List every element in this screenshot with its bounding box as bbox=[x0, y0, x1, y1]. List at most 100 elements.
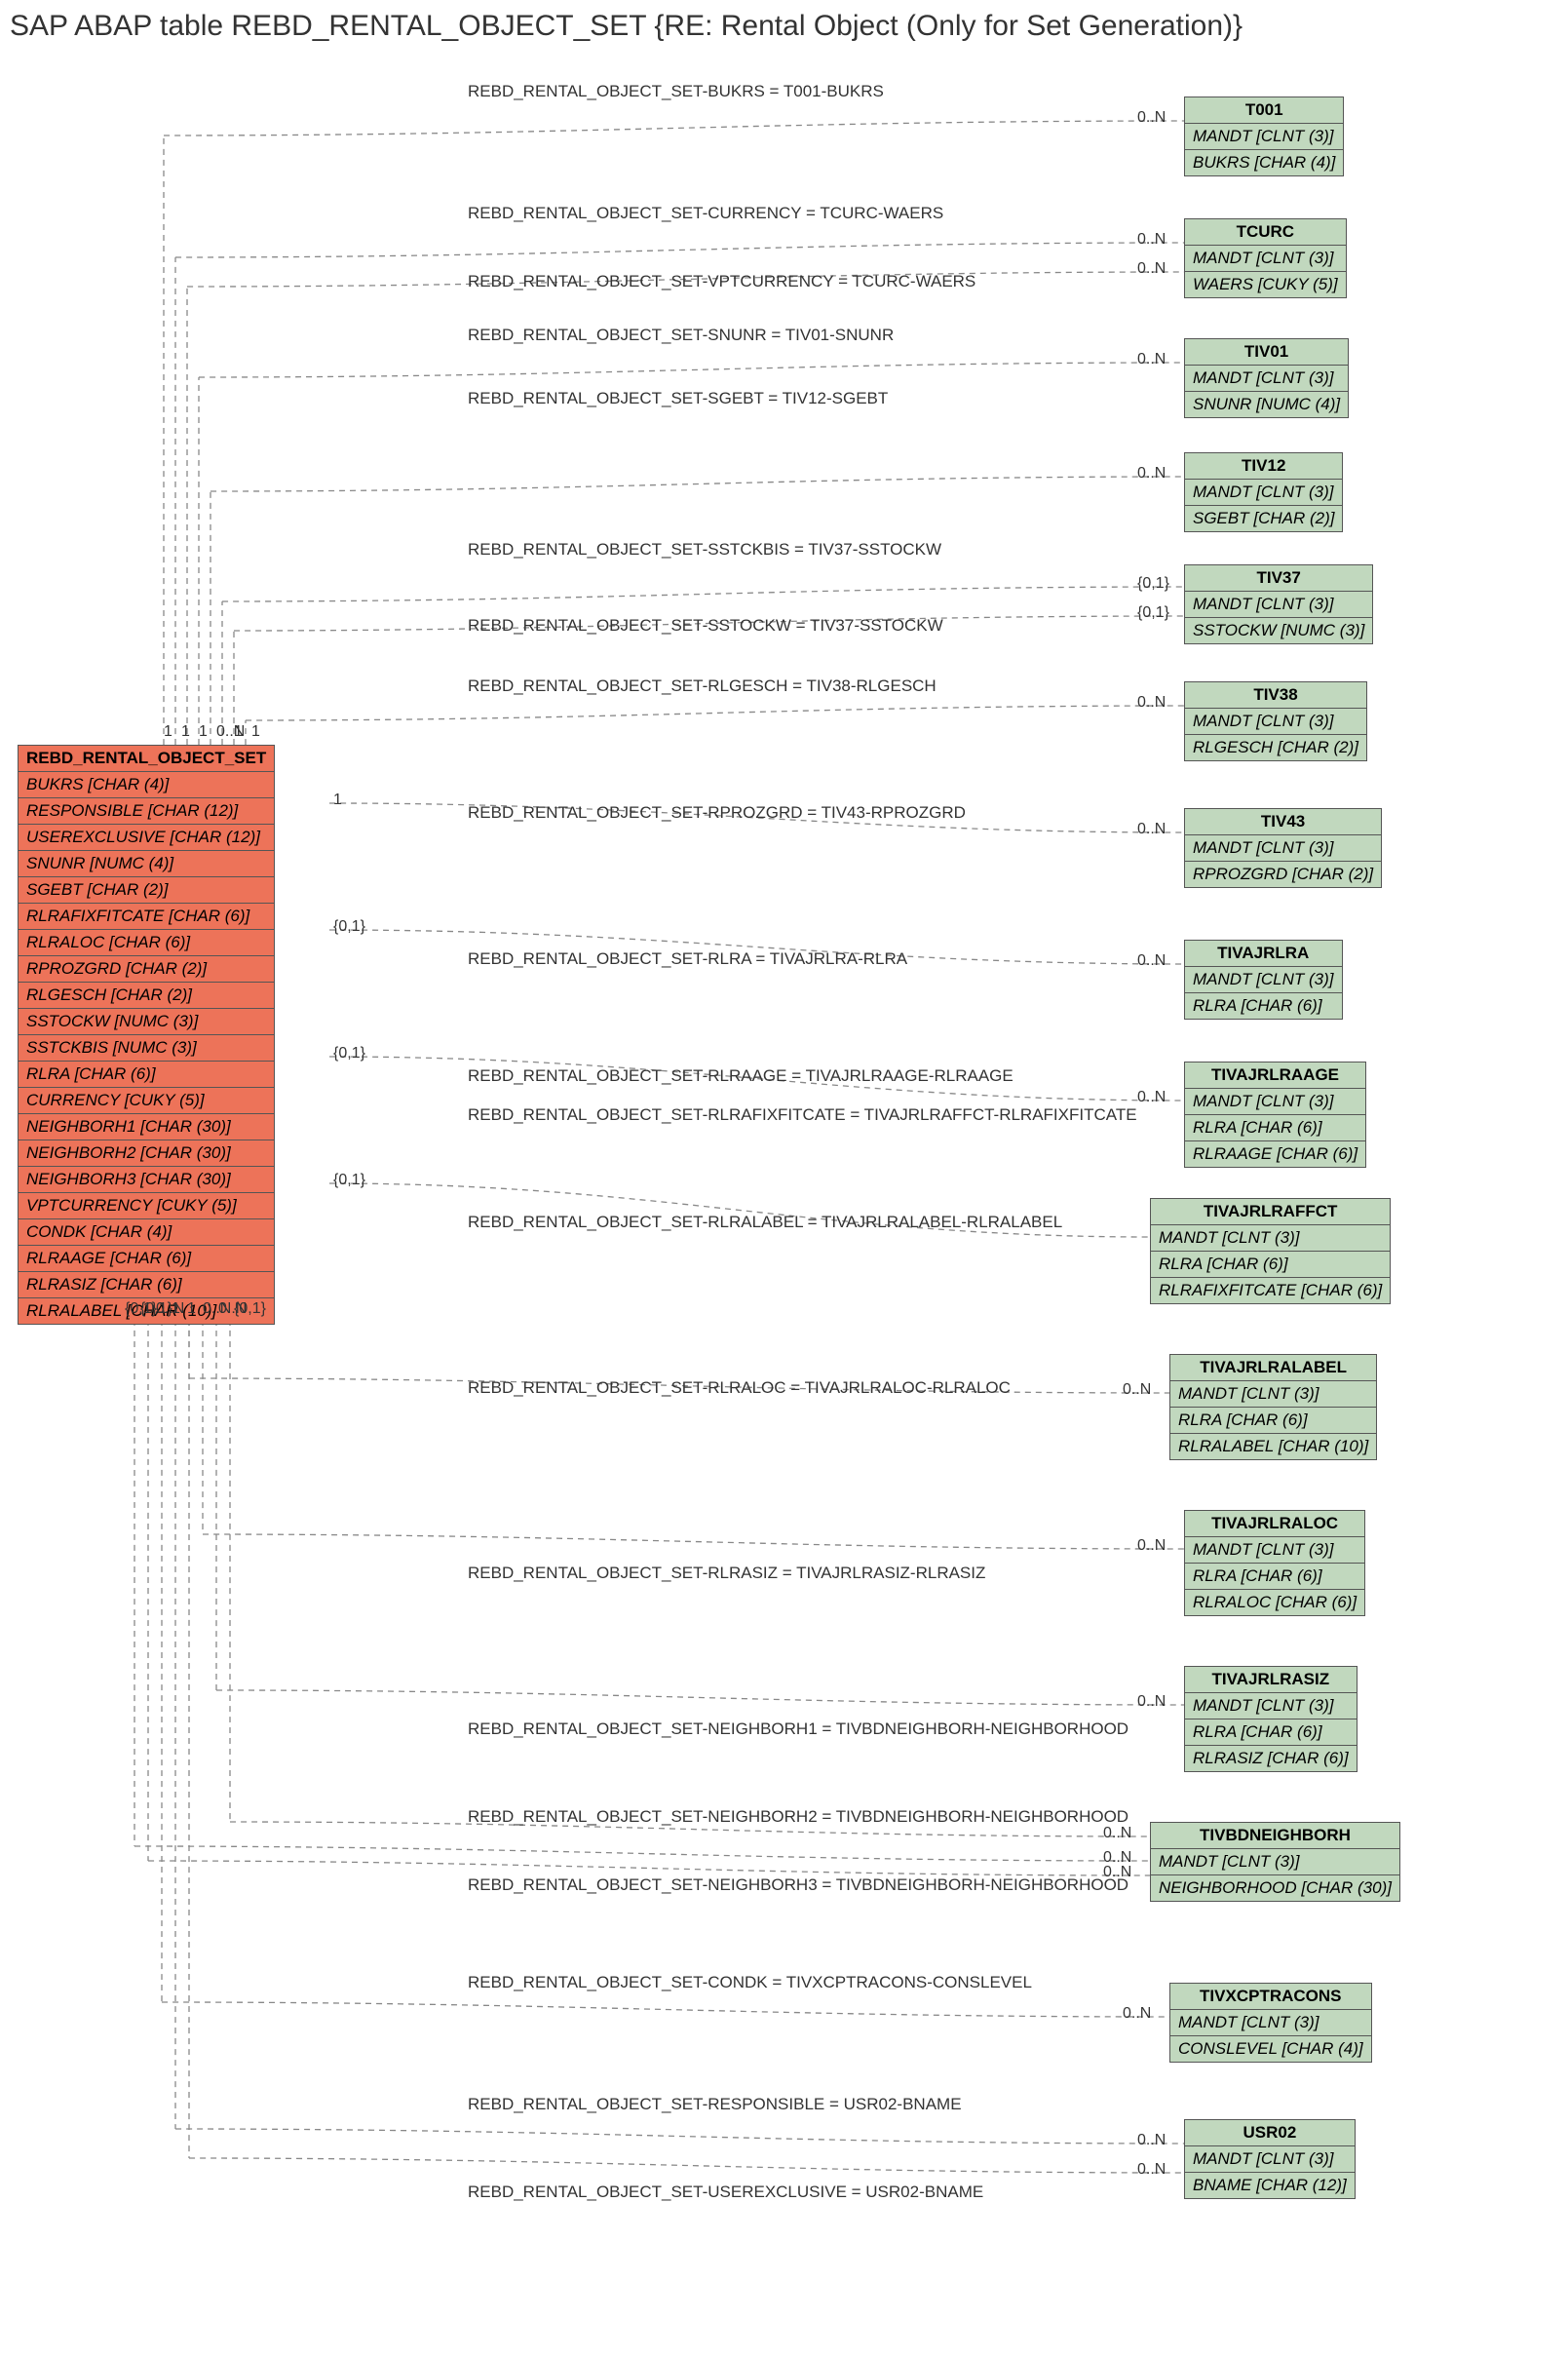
cardinality-label: 0..N bbox=[1137, 2132, 1166, 2149]
entity-field: USEREXCLUSIVE [CHAR (12)] bbox=[19, 825, 275, 851]
relation-label: REBD_RENTAL_OBJECT_SET-NEIGHBORH2 = TIVB… bbox=[468, 1807, 1128, 1827]
entity-field: BUKRS [CHAR (4)] bbox=[1185, 150, 1344, 176]
entity-field: RLRA [CHAR (6)] bbox=[1185, 1719, 1358, 1746]
entity-header: USR02 bbox=[1185, 2120, 1356, 2146]
entity-field: RLGESCH [CHAR (2)] bbox=[1185, 735, 1367, 761]
entity-tiv01: TIV01MANDT [CLNT (3)]SNUNR [NUMC (4)] bbox=[1184, 338, 1349, 418]
entity-tiv43: TIV43MANDT [CLNT (3)]RPROZGRD [CHAR (2)] bbox=[1184, 808, 1382, 888]
cardinality-label: {0,1} bbox=[333, 1172, 365, 1189]
entity-field: SNUNR [NUMC (4)] bbox=[19, 851, 275, 877]
entity-field: RPROZGRD [CHAR (2)] bbox=[1185, 862, 1382, 888]
cardinality-label: 1 bbox=[187, 1300, 196, 1318]
entity-header: TIV43 bbox=[1185, 809, 1382, 835]
entity-header: T001 bbox=[1185, 97, 1344, 124]
entity-field: CURRENCY [CUKY (5)] bbox=[19, 1088, 275, 1114]
cardinality-label: {0,1} bbox=[1137, 575, 1169, 593]
entity-field: MANDT [CLNT (3)] bbox=[1185, 124, 1344, 150]
diagram-area: REBD_RENTAL_OBJECT_SETBUKRS [CHAR (4)]RE… bbox=[10, 53, 1558, 2334]
entity-field: RLGESCH [CHAR (2)] bbox=[19, 983, 275, 1009]
cardinality-label: 0..N bbox=[1137, 231, 1166, 249]
cardinality-label: 0..N bbox=[1137, 821, 1166, 838]
entity-field: MANDT [CLNT (3)] bbox=[1151, 1225, 1391, 1252]
cardinality-label: 0..N bbox=[1103, 1825, 1131, 1842]
entity-field: MANDT [CLNT (3)] bbox=[1185, 592, 1373, 618]
entity-tivajrlraloc: TIVAJRLRALOCMANDT [CLNT (3)]RLRA [CHAR (… bbox=[1184, 1510, 1365, 1616]
entity-field: RLRA [CHAR (6)] bbox=[1151, 1252, 1391, 1278]
relation-label: REBD_RENTAL_OBJECT_SET-RLRAAGE = TIVAJRL… bbox=[468, 1066, 1013, 1086]
cardinality-label: 1 bbox=[181, 723, 190, 741]
entity-field: RLRA [CHAR (6)] bbox=[19, 1062, 275, 1088]
entity-field: RLRA [CHAR (6)] bbox=[1185, 993, 1343, 1020]
entity-field: SGEBT [CHAR (2)] bbox=[19, 877, 275, 904]
page-title: SAP ABAP table REBD_RENTAL_OBJECT_SET {R… bbox=[10, 10, 1558, 43]
cardinality-label: 0..N bbox=[1123, 2005, 1151, 2023]
relation-label: REBD_RENTAL_OBJECT_SET-RLRASIZ = TIVAJRL… bbox=[468, 1564, 985, 1583]
entity-field: MANDT [CLNT (3)] bbox=[1185, 1693, 1358, 1719]
entity-field: MANDT [CLNT (3)] bbox=[1185, 2146, 1356, 2173]
entity-field: MANDT [CLNT (3)] bbox=[1185, 709, 1367, 735]
cardinality-label: 0..N bbox=[1137, 694, 1166, 712]
entity-field: RLRA [CHAR (6)] bbox=[1185, 1115, 1366, 1141]
relation-label: REBD_RENTAL_OBJECT_SET-RLGESCH = TIV38-R… bbox=[468, 676, 937, 696]
entity-field: NEIGHBORH3 [CHAR (30)] bbox=[19, 1167, 275, 1193]
cardinality-label: 0..N bbox=[1103, 1864, 1131, 1881]
cardinality-label: 0..N bbox=[1137, 952, 1166, 970]
entity-field: MANDT [CLNT (3)] bbox=[1185, 1089, 1366, 1115]
cardinality-label: 0..N bbox=[1137, 465, 1166, 483]
entity-tivbdneighborh: TIVBDNEIGHBORHMANDT [CLNT (3)]NEIGHBORHO… bbox=[1150, 1822, 1400, 1902]
entity-tcurc: TCURCMANDT [CLNT (3)]WAERS [CUKY (5)] bbox=[1184, 218, 1347, 298]
entity-field: SSTOCKW [NUMC (3)] bbox=[1185, 618, 1373, 644]
entity-header: TCURC bbox=[1185, 219, 1347, 246]
entity-field: RLRAFIXFITCATE [CHAR (6)] bbox=[19, 904, 275, 930]
entity-field: MANDT [CLNT (3)] bbox=[1151, 1849, 1400, 1875]
cardinality-label: {0,1} bbox=[234, 1300, 266, 1318]
relation-label: REBD_RENTAL_OBJECT_SET-RESPONSIBLE = USR… bbox=[468, 2095, 962, 2114]
entity-tiv37: TIV37MANDT [CLNT (3)]SSTOCKW [NUMC (3)] bbox=[1184, 564, 1373, 644]
cardinality-label: 0..N bbox=[1137, 2161, 1166, 2179]
entity-tiv38: TIV38MANDT [CLNT (3)]RLGESCH [CHAR (2)] bbox=[1184, 681, 1367, 761]
cardinality-label: 0..N bbox=[1137, 1537, 1166, 1555]
entity-field: NEIGHBORH2 [CHAR (30)] bbox=[19, 1140, 275, 1167]
relation-label: REBD_RENTAL_OBJECT_SET-BUKRS = T001-BUKR… bbox=[468, 82, 884, 101]
entity-field: CONDK [CHAR (4)] bbox=[19, 1219, 275, 1246]
entity-header: TIV38 bbox=[1185, 682, 1367, 709]
entity-rebd_rental_object_set: REBD_RENTAL_OBJECT_SETBUKRS [CHAR (4)]RE… bbox=[18, 745, 275, 1325]
entity-field: MANDT [CLNT (3)] bbox=[1185, 967, 1343, 993]
entity-tivajrlralabel: TIVAJRLRALABELMANDT [CLNT (3)]RLRA [CHAR… bbox=[1169, 1354, 1377, 1460]
entity-field: RLRALOC [CHAR (6)] bbox=[1185, 1590, 1365, 1616]
relation-label: REBD_RENTAL_OBJECT_SET-VPTCURRENCY = TCU… bbox=[468, 272, 975, 291]
entity-tivajrlra: TIVAJRLRAMANDT [CLNT (3)]RLRA [CHAR (6)] bbox=[1184, 940, 1343, 1020]
entity-header: TIVXCPTRACONS bbox=[1170, 1984, 1372, 2010]
entity-field: CONSLEVEL [CHAR (4)] bbox=[1170, 2036, 1372, 2063]
entity-field: MANDT [CLNT (3)] bbox=[1185, 246, 1347, 272]
relation-label: REBD_RENTAL_OBJECT_SET-RLRAFIXFITCATE = … bbox=[468, 1105, 1137, 1125]
cardinality-label: 1 bbox=[234, 723, 243, 741]
entity-field: VPTCURRENCY [CUKY (5)] bbox=[19, 1193, 275, 1219]
entity-field: RESPONSIBLE [CHAR (12)] bbox=[19, 798, 275, 825]
relation-label: REBD_RENTAL_OBJECT_SET-SSTCKBIS = TIV37-… bbox=[468, 540, 941, 560]
entity-field: BUKRS [CHAR (4)] bbox=[19, 772, 275, 798]
entity-header: TIV12 bbox=[1185, 453, 1343, 480]
relation-label: REBD_RENTAL_OBJECT_SET-CONDK = TIVXCPTRA… bbox=[468, 1973, 1032, 1992]
entity-field: NEIGHBORH1 [CHAR (30)] bbox=[19, 1114, 275, 1140]
relation-label: REBD_RENTAL_OBJECT_SET-CURRENCY = TCURC-… bbox=[468, 204, 943, 223]
entity-field: SNUNR [NUMC (4)] bbox=[1185, 392, 1349, 418]
entity-header: TIVAJRLRAFFCT bbox=[1151, 1199, 1391, 1225]
entity-field: RLRASIZ [CHAR (6)] bbox=[1185, 1746, 1358, 1772]
cardinality-label: 1 bbox=[251, 723, 260, 741]
entity-tivajrlraffct: TIVAJRLRAFFCTMANDT [CLNT (3)]RLRA [CHAR … bbox=[1150, 1198, 1391, 1304]
cardinality-label: 0..N bbox=[1137, 1693, 1166, 1711]
entity-field: WAERS [CUKY (5)] bbox=[1185, 272, 1347, 298]
relation-label: REBD_RENTAL_OBJECT_SET-SSTOCKW = TIV37-S… bbox=[468, 616, 943, 636]
entity-t001: T001MANDT [CLNT (3)]BUKRS [CHAR (4)] bbox=[1184, 97, 1344, 176]
cardinality-label: 0..N bbox=[1137, 351, 1166, 368]
entity-header: TIVAJRLRA bbox=[1185, 941, 1343, 967]
entity-field: SGEBT [CHAR (2)] bbox=[1185, 506, 1343, 532]
entity-field: RLRAAGE [CHAR (6)] bbox=[1185, 1141, 1366, 1168]
cardinality-label: 0..N bbox=[1123, 1381, 1151, 1399]
entity-field: RPROZGRD [CHAR (2)] bbox=[19, 956, 275, 983]
entity-field: NEIGHBORHOOD [CHAR (30)] bbox=[1151, 1875, 1400, 1902]
entity-field: BNAME [CHAR (12)] bbox=[1185, 2173, 1356, 2199]
entity-field: SSTOCKW [NUMC (3)] bbox=[19, 1009, 275, 1035]
entity-tivxcptracons: TIVXCPTRACONSMANDT [CLNT (3)]CONSLEVEL [… bbox=[1169, 1983, 1372, 2063]
